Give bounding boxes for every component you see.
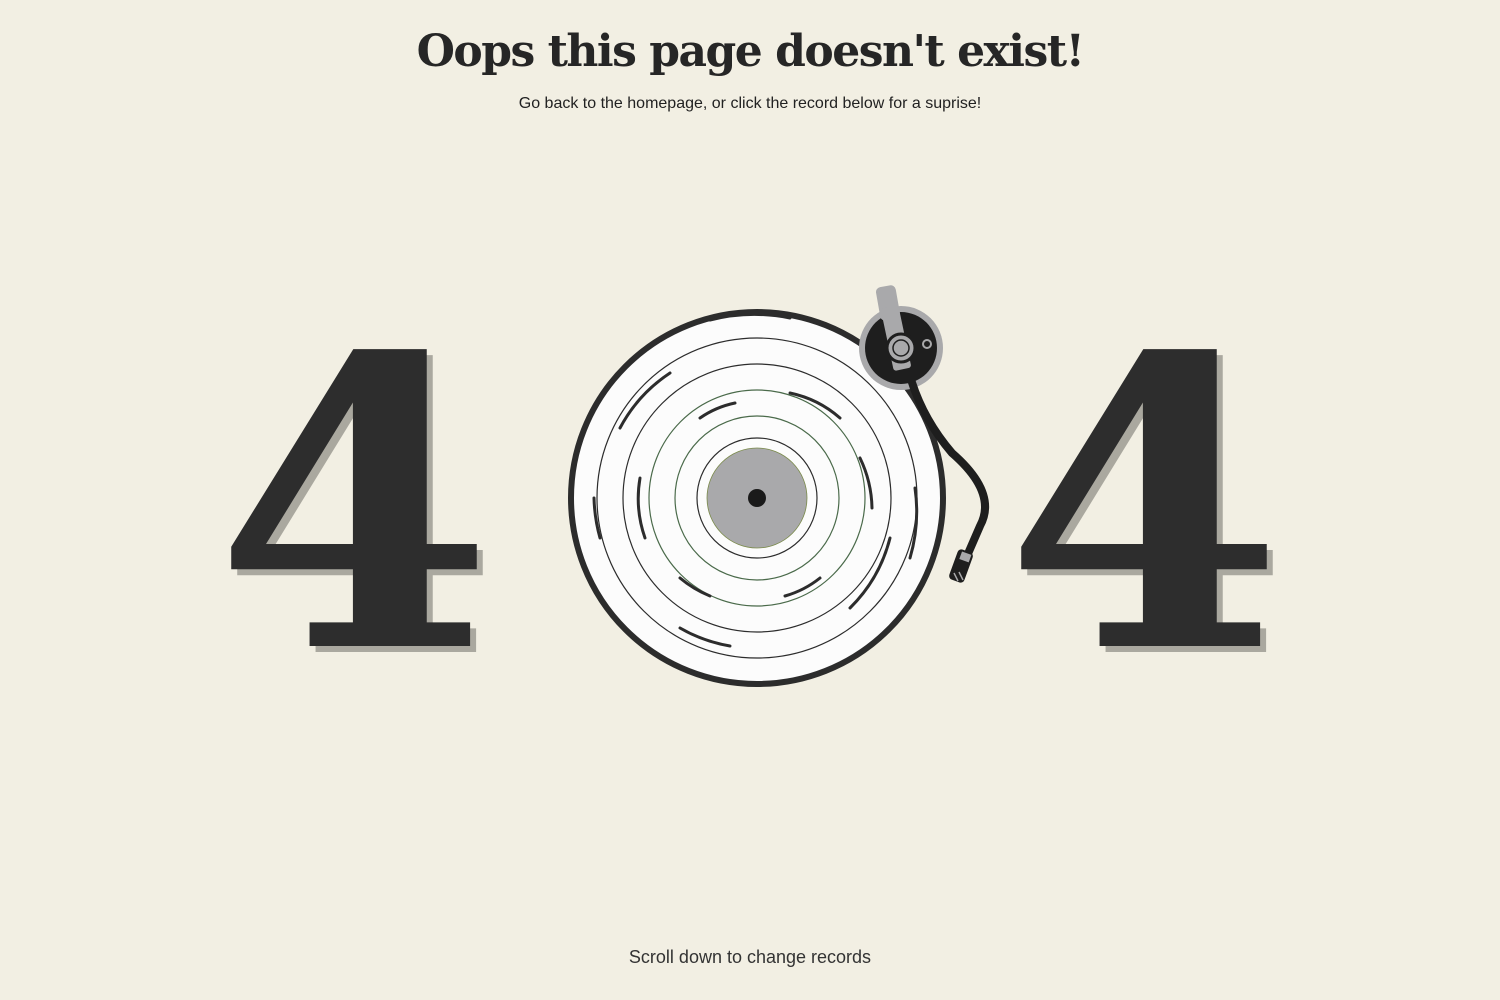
digit-right: 4 bbox=[1004, 271, 1284, 741]
scroll-hint: Scroll down to change records bbox=[628, 947, 872, 967]
page-subtitle: Go back to the homepage, or click the re… bbox=[518, 95, 982, 112]
page-title: Oops this page doesn't exist! bbox=[416, 26, 1085, 77]
record-button[interactable] bbox=[560, 278, 1010, 698]
vinyl-record-icon[interactable] bbox=[560, 278, 1010, 698]
digit-left: 4 bbox=[214, 271, 494, 741]
